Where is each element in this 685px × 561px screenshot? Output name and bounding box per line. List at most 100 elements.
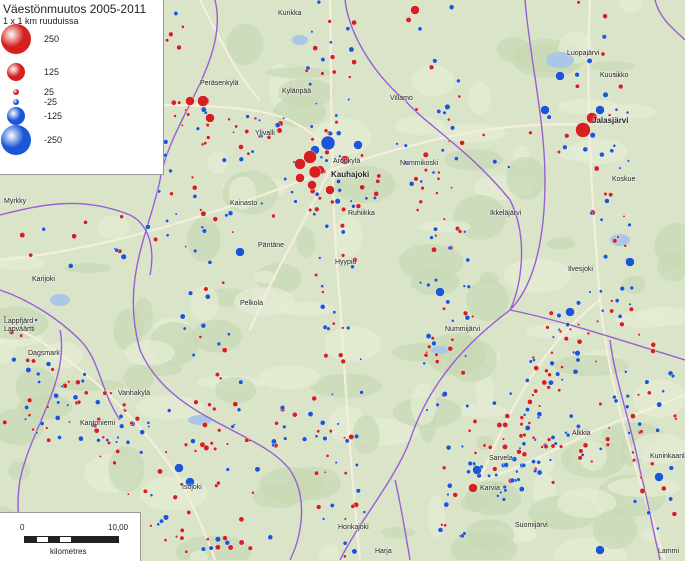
population-increase-symbol — [558, 444, 564, 449]
population-increase-symbol — [437, 170, 441, 175]
population-increase-symbol — [185, 96, 195, 106]
population-increase-symbol — [330, 199, 335, 205]
place-label: Villamo — [390, 95, 413, 102]
population-decrease-symbol — [656, 401, 663, 408]
population-increase-symbol — [600, 51, 606, 57]
population-decrease-symbol — [95, 399, 101, 405]
legend-symbol — [7, 63, 25, 81]
population-decrease-symbol — [532, 358, 536, 362]
terrain-patch — [496, 36, 530, 62]
population-decrease-symbol — [173, 11, 179, 16]
population-increase-symbol — [50, 367, 55, 372]
population-decrease-symbol — [509, 477, 515, 484]
population-decrease-symbol — [336, 422, 340, 426]
legend-label: -250 — [44, 135, 63, 145]
population-decrease-symbol — [41, 226, 46, 232]
population-increase-symbol — [650, 461, 655, 466]
population-decrease-symbol — [624, 370, 628, 374]
population-decrease-symbol — [337, 187, 342, 193]
population-increase-symbol — [582, 442, 589, 449]
population-increase-symbol — [292, 412, 298, 418]
population-increase-symbol — [355, 203, 362, 209]
population-increase-symbol — [457, 229, 463, 234]
population-decrease-symbol — [258, 118, 262, 122]
population-decrease-symbol — [174, 463, 184, 473]
population-increase-symbol — [163, 538, 168, 542]
population-increase-symbol — [121, 402, 127, 408]
population-increase-symbol — [311, 395, 317, 402]
population-increase-symbol — [360, 153, 364, 158]
population-increase-symbol — [428, 64, 435, 70]
population-increase-symbol — [214, 372, 220, 377]
population-increase-symbol — [320, 71, 325, 76]
population-increase-symbol — [557, 150, 561, 154]
population-increase-symbol — [441, 465, 447, 470]
population-increase-symbol — [521, 451, 528, 457]
terrain-patch — [8, 461, 31, 481]
population-decrease-symbol — [521, 441, 527, 447]
population-increase-symbol — [560, 365, 564, 369]
population-decrease-symbol — [599, 289, 603, 294]
population-decrease-symbol — [238, 379, 244, 385]
population-decrease-symbol — [145, 224, 151, 230]
population-decrease-symbol — [565, 307, 575, 317]
population-decrease-symbol — [445, 299, 451, 305]
population-decrease-symbol — [644, 379, 650, 385]
population-decrease-symbol — [565, 432, 571, 438]
population-decrease-symbol — [78, 435, 84, 442]
population-increase-symbol — [359, 184, 366, 191]
population-increase-symbol — [575, 83, 580, 89]
population-decrease-symbol — [165, 233, 170, 237]
population-decrease-symbol — [551, 335, 555, 339]
population-increase-symbol — [179, 528, 185, 533]
population-increase-symbol — [232, 401, 239, 407]
population-increase-symbol — [339, 223, 345, 229]
population-decrease-symbol — [139, 429, 145, 435]
population-decrease-symbol — [293, 199, 298, 204]
population-decrease-symbol — [114, 440, 118, 444]
lake — [431, 346, 449, 354]
population-increase-symbol — [440, 523, 444, 527]
population-decrease-symbol — [359, 390, 364, 395]
population-increase-symbol — [492, 466, 498, 472]
population-increase-symbol — [550, 351, 554, 355]
population-decrease-symbol — [344, 438, 350, 444]
scale-bar: 0 10,00 kilometres — [0, 512, 141, 561]
population-increase-symbol — [308, 207, 313, 212]
population-increase-symbol — [622, 214, 626, 218]
population-increase-symbol — [343, 554, 347, 559]
population-decrease-symbol — [179, 313, 186, 320]
population-decrease-symbol — [492, 159, 498, 165]
terrain-patch — [96, 215, 130, 239]
place-label: Kauhajoki — [331, 170, 370, 179]
population-decrease-symbol — [442, 110, 447, 115]
population-increase-symbol — [164, 450, 168, 454]
population-increase-symbol — [557, 388, 562, 393]
terrain-patch — [417, 220, 472, 233]
population-increase-symbol — [323, 470, 327, 474]
population-increase-symbol — [314, 273, 319, 278]
population-decrease-symbol — [436, 109, 442, 114]
population-decrease-symbol — [501, 497, 506, 502]
population-decrease-symbol — [589, 132, 596, 139]
population-decrease-symbol — [574, 72, 580, 78]
population-increase-symbol — [496, 422, 503, 428]
population-decrease-symbol — [168, 168, 173, 174]
population-decrease-symbol — [314, 191, 320, 197]
population-decrease-symbol — [60, 384, 64, 388]
population-increase-symbol — [341, 326, 345, 330]
legend-symbol — [1, 24, 31, 54]
population-increase-symbol — [231, 230, 235, 234]
population-decrease-symbol — [576, 423, 581, 429]
terrain-patch — [381, 527, 416, 539]
population-decrease-symbol — [496, 494, 500, 498]
population-decrease-symbol — [24, 404, 29, 410]
population-decrease-symbol — [574, 350, 581, 357]
population-decrease-symbol — [403, 143, 408, 148]
population-decrease-symbol — [214, 536, 221, 543]
population-increase-symbol — [550, 443, 556, 449]
population-increase-symbol — [533, 365, 540, 371]
population-decrease-symbol — [162, 514, 169, 521]
population-decrease-symbol — [166, 408, 172, 413]
population-increase-symbol — [323, 128, 329, 133]
